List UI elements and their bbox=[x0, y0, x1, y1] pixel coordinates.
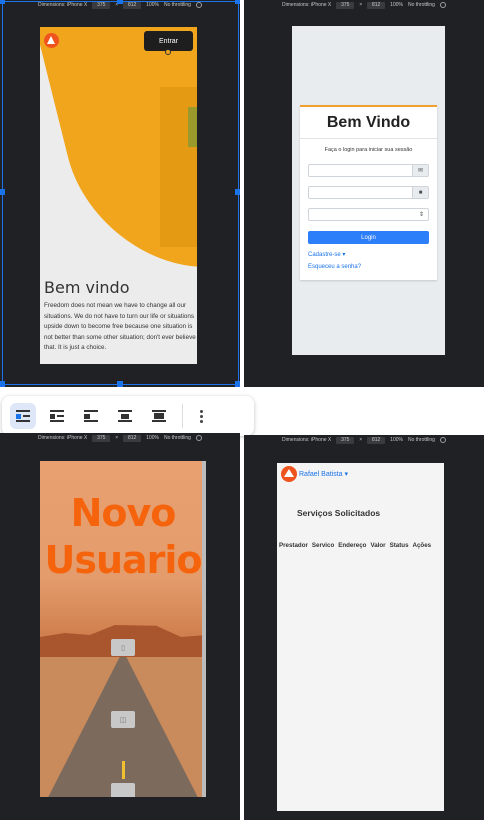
login-card: Bem Vindo Faça o login para iniciar sua … bbox=[300, 105, 437, 280]
inline-left-icon bbox=[84, 410, 98, 422]
wrap-left-button[interactable] bbox=[44, 403, 70, 429]
devtools-device-bar: Dimensions: iPhone X 375 × 812 100% No t… bbox=[0, 433, 240, 443]
times-sign: × bbox=[359, 2, 363, 8]
user-menu[interactable]: Rafael Batista ▾ bbox=[299, 470, 348, 478]
landing-title: Bem vindo bbox=[44, 278, 130, 297]
resize-handle-bottom-left[interactable] bbox=[0, 381, 5, 387]
device-preview-login: Dimensions: iPhone X 375 × 812 100% No t… bbox=[244, 0, 484, 387]
break-text-icon bbox=[152, 410, 166, 422]
resize-handle-bottom-right[interactable] bbox=[235, 381, 240, 387]
more-options-icon[interactable] bbox=[191, 403, 211, 429]
times-sign: × bbox=[359, 437, 363, 443]
height-input[interactable]: 812 bbox=[367, 1, 386, 9]
column-header: Ações bbox=[412, 542, 432, 549]
resize-handle-right[interactable] bbox=[235, 189, 240, 195]
inline-left-button[interactable] bbox=[78, 403, 104, 429]
times-sign: × bbox=[115, 435, 119, 441]
wrap-left-icon bbox=[50, 410, 64, 422]
column-header: Prestador bbox=[279, 542, 308, 549]
warning-logo-icon[interactable] bbox=[281, 466, 297, 482]
zoom-select[interactable]: 100% bbox=[390, 437, 403, 443]
login-button[interactable]: Login bbox=[308, 231, 429, 244]
toolbar-separator bbox=[182, 404, 183, 428]
landing-paragraph: Freedom does not mean we have to change … bbox=[44, 302, 196, 351]
device-preview-new-user: Dimensions: iPhone X 375 × 812 100% No t… bbox=[0, 433, 240, 820]
rotate-icon[interactable] bbox=[439, 437, 446, 443]
device-dimensions-select[interactable]: Dimensions: iPhone X bbox=[282, 2, 331, 8]
throttling-select[interactable]: No throttling bbox=[164, 435, 191, 441]
divider bbox=[300, 138, 437, 139]
throttling-select[interactable]: No throttling bbox=[408, 2, 435, 8]
column-header: Status bbox=[389, 542, 409, 549]
envelope-icon: ◫ bbox=[119, 716, 127, 724]
services-table-header: Prestador Servico Endereço Valor Status … bbox=[279, 542, 431, 549]
register-link[interactable]: Cadastre-se ▾ bbox=[308, 251, 345, 258]
width-input[interactable]: 375 bbox=[336, 1, 355, 9]
resize-handle-top-left[interactable] bbox=[0, 0, 5, 4]
user-name: Rafael Batista bbox=[299, 471, 343, 478]
services-heading: Serviços Solicitados bbox=[297, 508, 381, 518]
forgot-password-link[interactable]: Esqueceu a senha? bbox=[308, 264, 361, 270]
device-dimensions-select[interactable]: Dimensions: iPhone X bbox=[282, 437, 331, 443]
resize-handle-bottom[interactable] bbox=[117, 381, 123, 387]
rotate-icon[interactable] bbox=[195, 435, 202, 441]
phone-screen-login: Bem Vindo Faça o login para iniciar sua … bbox=[292, 26, 445, 355]
center-wrap-button[interactable] bbox=[112, 403, 138, 429]
mouse-cursor-icon bbox=[165, 49, 171, 55]
password-field[interactable]: ■ bbox=[308, 186, 429, 199]
select-caret-icon: ⇕ bbox=[418, 212, 424, 218]
break-text-button[interactable] bbox=[146, 403, 172, 429]
column-header: Endereço bbox=[338, 542, 367, 549]
hero-illustration-detail bbox=[188, 107, 197, 147]
device-preview-landing: Dimensions: iPhone X 375 × 812 100% No t… bbox=[0, 0, 240, 387]
login-title: Bem Vindo bbox=[326, 114, 411, 131]
input-field[interactable]: ◫ bbox=[111, 711, 135, 728]
phone-screen-new-user: Novo Usuario ▯ ◫ bbox=[40, 461, 206, 797]
column-header: Servico bbox=[311, 542, 335, 549]
resize-handle-left[interactable] bbox=[0, 189, 5, 195]
resize-handle-top-right[interactable] bbox=[235, 0, 240, 4]
column-header: Valor bbox=[370, 542, 386, 549]
road-stripe bbox=[122, 761, 125, 779]
lock-icon: ■ bbox=[412, 187, 428, 198]
zoom-select[interactable]: 100% bbox=[146, 435, 159, 441]
envelope-icon: ✉ bbox=[412, 165, 428, 176]
devtools-device-bar: Dimensions: iPhone X 375 × 812 100% No t… bbox=[244, 0, 484, 10]
phone-screen-landing: Entrar Bem vindo Freedom does not mean w… bbox=[40, 27, 197, 364]
resize-handle-top[interactable] bbox=[117, 0, 123, 4]
input-field[interactable] bbox=[111, 783, 135, 797]
screenshot-root: Dimensions: iPhone X 375 × 812 100% No t… bbox=[0, 0, 484, 820]
devtools-device-bar: Dimensions: iPhone X 375 × 812 100% No t… bbox=[244, 435, 484, 445]
entrar-button[interactable]: Entrar bbox=[144, 31, 193, 51]
input-field[interactable]: ▯ bbox=[111, 639, 135, 656]
scrollbar[interactable] bbox=[202, 461, 206, 797]
device-preview-services: Dimensions: iPhone X 375 × 812 100% No t… bbox=[244, 435, 484, 820]
align-left-wrap-button[interactable] bbox=[10, 403, 36, 429]
device-dimensions-select[interactable]: Dimensions: iPhone X bbox=[38, 435, 87, 441]
image-layout-toolbar bbox=[2, 396, 254, 436]
new-user-title-line1: Novo bbox=[70, 491, 177, 535]
height-input[interactable]: 812 bbox=[123, 434, 142, 442]
person-icon: ▯ bbox=[121, 644, 125, 652]
center-wrap-icon bbox=[118, 410, 132, 422]
width-input[interactable]: 375 bbox=[336, 436, 355, 444]
caret-down-icon: ▾ bbox=[344, 471, 349, 478]
new-user-title-line2: Usuario bbox=[44, 538, 202, 582]
throttling-select[interactable]: No throttling bbox=[408, 437, 435, 443]
profile-select[interactable]: ⇕ bbox=[308, 208, 429, 221]
warning-logo-icon[interactable] bbox=[44, 33, 59, 48]
zoom-select[interactable]: 100% bbox=[390, 2, 403, 8]
height-input[interactable]: 812 bbox=[367, 436, 386, 444]
register-link-label: Cadastre-se bbox=[308, 252, 341, 258]
email-field[interactable]: ✉ bbox=[308, 164, 429, 177]
align-left-wrap-icon bbox=[16, 410, 30, 422]
caret-down-icon: ▾ bbox=[342, 252, 346, 258]
login-subtitle: Faça o login para iniciar sua sessão bbox=[324, 147, 413, 153]
width-input[interactable]: 375 bbox=[92, 434, 111, 442]
phone-screen-services: Rafael Batista ▾ Serviços Solicitados Pr… bbox=[277, 463, 444, 811]
rotate-icon[interactable] bbox=[439, 2, 446, 8]
